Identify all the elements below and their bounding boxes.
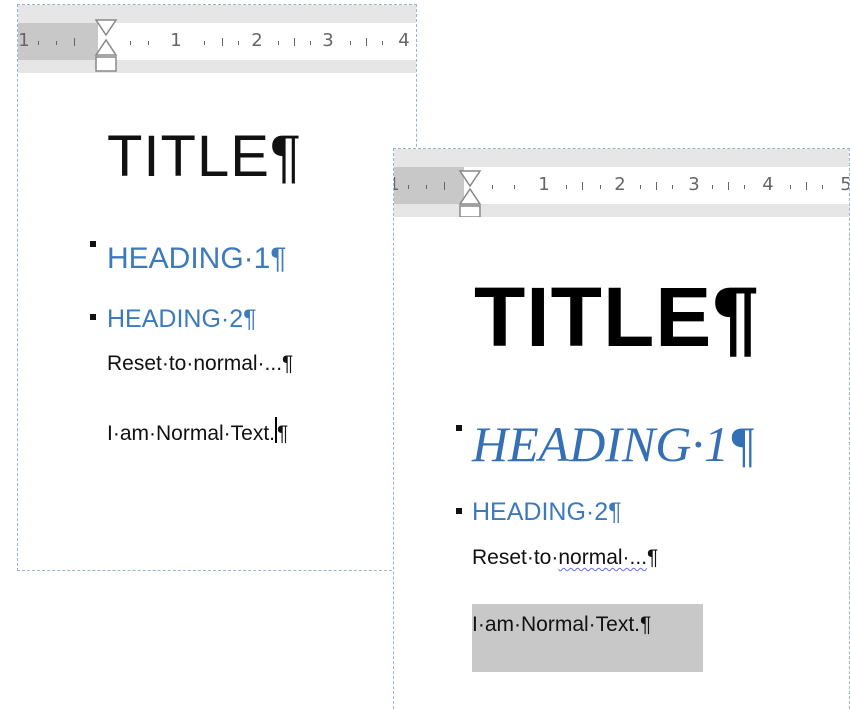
ruler-number: 3 [322, 30, 334, 51]
ruler-number: 1 [18, 30, 30, 51]
ruler-number: 4 [762, 174, 774, 195]
title-paragraph[interactable]: TITLE¶ [474, 269, 760, 365]
ruler-number: 1 [170, 30, 182, 51]
document-page-left: 1 1 2 3 4 TITLE¶ HEADING·1¶ HEADING·2¶ R… [17, 4, 417, 571]
bullet-icon [456, 425, 462, 431]
pilcrow-mark: ¶ [647, 546, 659, 569]
horizontal-ruler[interactable]: 1 1 2 3 4 5 [394, 149, 849, 217]
indent-marker-icon [458, 170, 482, 217]
heading2-paragraph[interactable]: HEADING·2¶ [472, 496, 622, 528]
bullet-icon [90, 314, 96, 320]
heading2-paragraph[interactable]: HEADING·2¶ [107, 303, 257, 335]
normal-paragraph[interactable]: I·am·Normal·Text.¶ [107, 417, 289, 447]
horizontal-ruler[interactable]: 1 1 2 3 4 [18, 5, 416, 73]
reset-paragraph[interactable]: Reset·to·normal·...¶ [107, 351, 293, 377]
document-page-right: 1 1 2 3 4 5 TITLE¶ HEADING·1¶ HEADING·2¶… [393, 148, 850, 709]
text-cursor [275, 417, 278, 443]
pilcrow-mark: ¶ [277, 422, 289, 445]
ruler-number: 2 [614, 174, 626, 195]
ruler-number: 4 [398, 30, 410, 51]
bullet-icon [456, 508, 462, 514]
normal-paragraph[interactable]: I·am·Normal·Text.¶ [472, 612, 651, 638]
ruler-number: 3 [688, 174, 700, 195]
title-paragraph[interactable]: TITLE¶ [107, 122, 302, 192]
ruler-number: 1 [538, 174, 550, 195]
ruler-number: 2 [251, 30, 263, 51]
spelling-squiggle-text[interactable]: normal·... [558, 546, 647, 569]
ruler-ticks [38, 19, 383, 72]
ruler-number: 5 [840, 175, 849, 195]
heading1-paragraph[interactable]: HEADING·1¶ [107, 239, 286, 279]
heading1-paragraph[interactable]: HEADING·1¶ [472, 414, 755, 474]
ruler-number: 1 [394, 175, 400, 195]
reset-text: Reset·to· [472, 546, 559, 569]
reset-paragraph[interactable]: Reset·to·normal·...¶ [472, 545, 658, 571]
indent-marker-icon [94, 19, 118, 72]
normal-text: I·am·Normal·Text. [107, 422, 276, 445]
bullet-icon [90, 241, 96, 247]
